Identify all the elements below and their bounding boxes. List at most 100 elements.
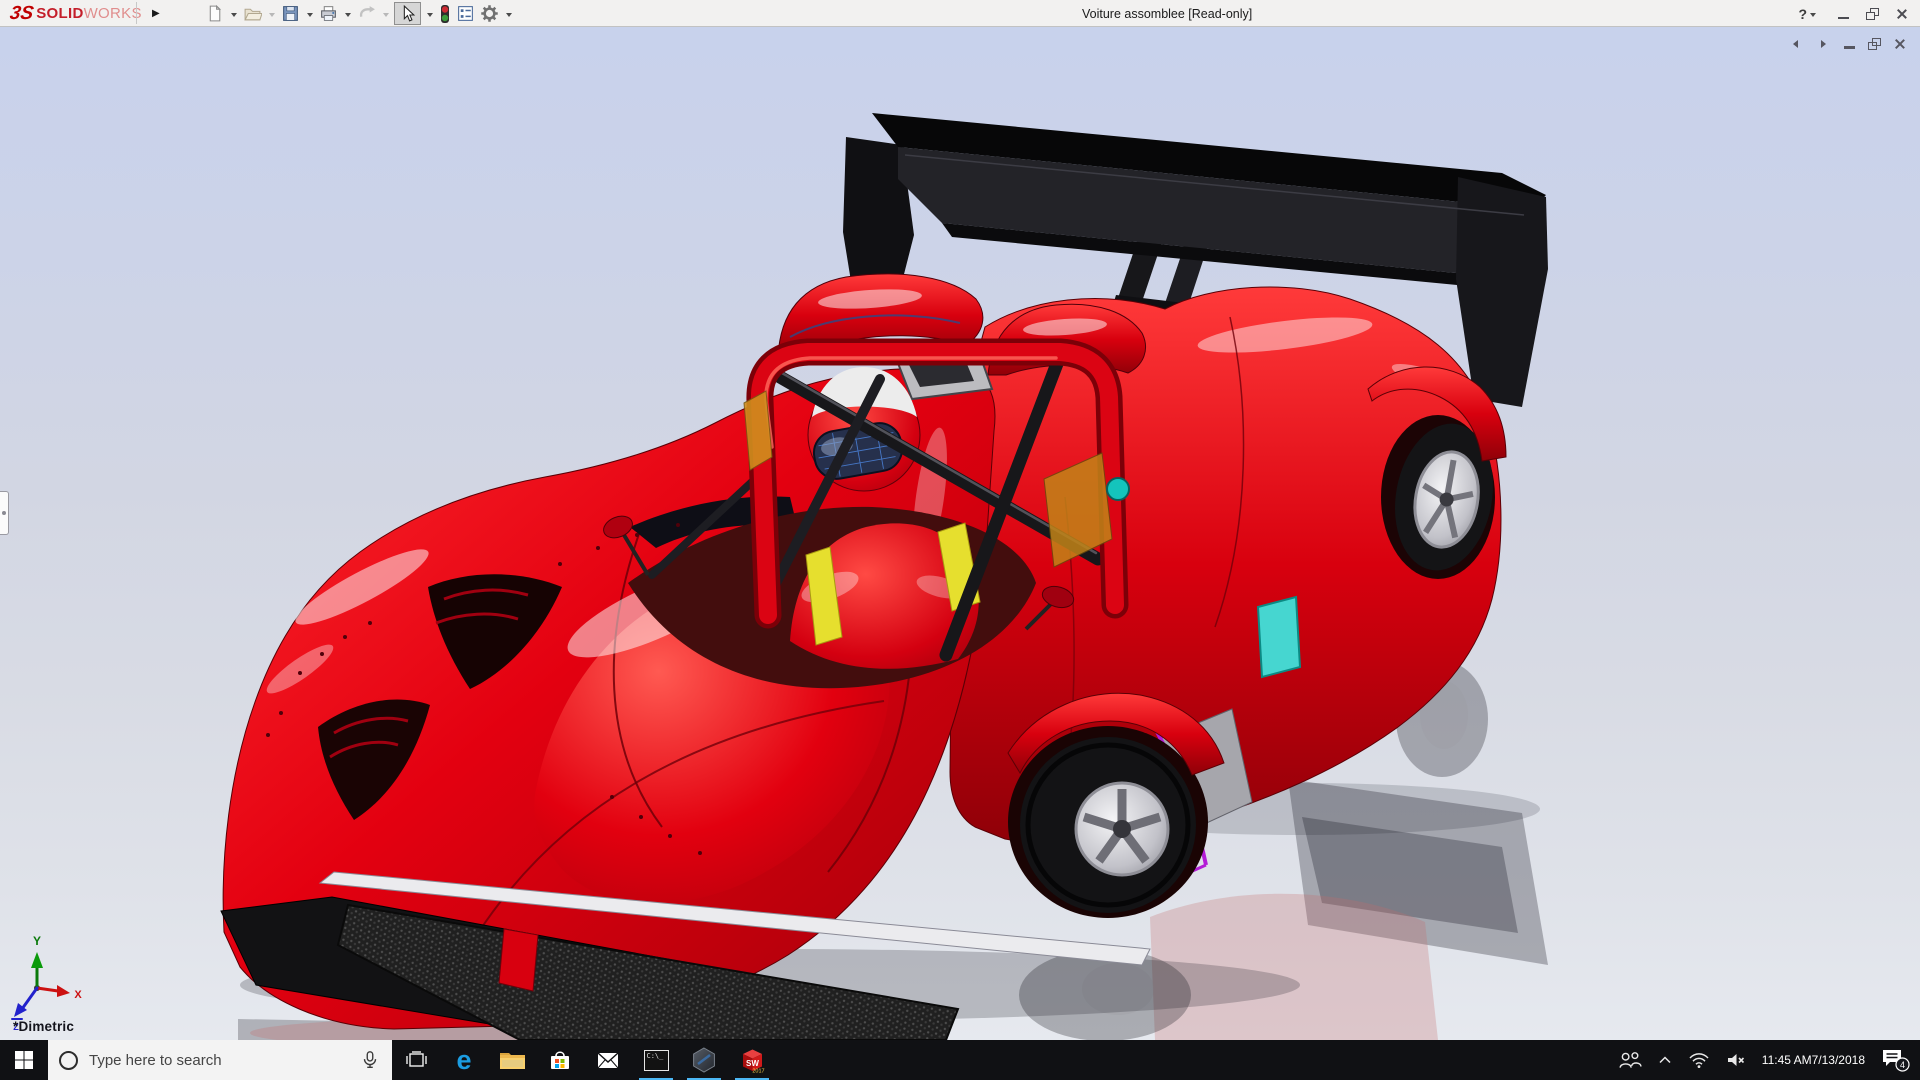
file-explorer-icon <box>499 1049 526 1071</box>
windows-taskbar: Type here to search e <box>0 1040 1920 1080</box>
mail-button[interactable] <box>584 1040 632 1080</box>
triad-x-label: X <box>74 989 82 1001</box>
graphics-area[interactable]: Y X Z *Dimetric <box>0 27 1920 1040</box>
solidworks-2017-icon: SW 2017 <box>739 1047 766 1074</box>
race-car-model: Y X Z <box>0 27 1920 1040</box>
print-button[interactable] <box>318 3 339 24</box>
minimize-button[interactable] <box>1838 8 1849 20</box>
print-icon <box>319 4 338 23</box>
open-folder-icon <box>243 4 262 23</box>
doc-minimize-button[interactable] <box>1844 38 1855 49</box>
svg-text:SW: SW <box>746 1059 759 1068</box>
quick-access-toolbar <box>204 0 517 27</box>
cortana-icon <box>59 1051 78 1070</box>
rebuild-button[interactable] <box>438 3 452 25</box>
document-window-controls <box>1788 36 1906 51</box>
close-icon <box>1896 8 1908 20</box>
pane-right-button[interactable] <box>1816 36 1831 51</box>
select-tool-button[interactable] <box>394 2 421 25</box>
restore-button[interactable] <box>1866 8 1879 20</box>
mail-icon <box>595 1049 621 1071</box>
edge-button[interactable]: e <box>440 1040 488 1080</box>
system-tray: 11:45 AM 7/13/2018 4 <box>1618 1040 1920 1080</box>
new-document-button[interactable] <box>204 3 225 24</box>
gear-icon <box>480 4 499 23</box>
menu-expand-arrow-icon[interactable]: ▶ <box>152 8 160 19</box>
save-floppy-icon <box>281 4 300 23</box>
cyan-side-window <box>1258 597 1300 677</box>
store-icon <box>547 1047 573 1073</box>
orientation-triad: Y X Z <box>12 934 82 1032</box>
undo-dropdown-caret[interactable] <box>383 13 389 17</box>
task-view-icon <box>403 1048 429 1072</box>
new-dropdown-caret[interactable] <box>231 13 237 17</box>
show-hidden-icons-button[interactable] <box>1657 1053 1673 1067</box>
brand-works-text: WORKS <box>84 5 142 22</box>
divider <box>136 2 137 24</box>
undo-icon <box>357 4 376 23</box>
start-button[interactable] <box>0 1040 48 1080</box>
search-placeholder: Type here to search <box>89 1052 348 1069</box>
solidworks-window: 3S SOLID WORKS ▶ <box>0 0 1920 1080</box>
chevron-up-icon <box>1657 1053 1673 1067</box>
action-center-button[interactable]: 4 <box>1880 1047 1910 1073</box>
open-button[interactable] <box>242 3 263 24</box>
traffic-light-icon <box>439 4 451 24</box>
people-button[interactable] <box>1618 1049 1642 1071</box>
file-explorer-button[interactable] <box>488 1040 536 1080</box>
file-properties-icon <box>456 4 475 23</box>
help-button[interactable]: ? <box>1798 6 1821 22</box>
view-orientation-label: *Dimetric <box>13 1019 74 1034</box>
clock-time: 11:45 AM <box>1762 1053 1812 1068</box>
pane-left-icon <box>1793 40 1798 48</box>
front-right-wheel <box>1008 693 1224 918</box>
search-input[interactable]: Type here to search <box>48 1040 392 1080</box>
pane-left-button[interactable] <box>1788 36 1803 51</box>
notification-badge: 4 <box>1900 1060 1905 1070</box>
task-view-button[interactable] <box>392 1040 440 1080</box>
minimize-icon <box>1844 46 1855 49</box>
select-cursor-icon <box>399 4 416 23</box>
save-button[interactable] <box>280 3 301 24</box>
clock[interactable]: 11:45 AM 7/13/2018 <box>1762 1053 1865 1068</box>
hexagon-app-icon <box>691 1047 717 1073</box>
document-title: Voiture assomblee [Read-only] <box>1082 7 1252 21</box>
action-center-icon: 4 <box>1880 1047 1910 1073</box>
feature-tree-collapse-tab[interactable] <box>0 491 9 535</box>
restore-icon <box>1868 38 1881 50</box>
options-dropdown-caret[interactable] <box>506 13 512 17</box>
help-dropdown-caret <box>1810 13 1816 17</box>
close-button[interactable] <box>1896 8 1908 20</box>
clock-date: 7/13/2018 <box>1812 1053 1865 1068</box>
microphone-icon[interactable] <box>359 1048 381 1072</box>
minimize-icon <box>1838 17 1849 20</box>
triad-y-label: Y <box>33 934 41 948</box>
save-dropdown-caret[interactable] <box>307 13 313 17</box>
solidworks-logo: 3S SOLID WORKS <box>10 0 142 27</box>
titlebar: 3S SOLID WORKS ▶ <box>0 0 1920 27</box>
speaker-muted-icon <box>1725 1051 1747 1069</box>
doc-close-button[interactable] <box>1894 38 1906 50</box>
new-document-icon <box>205 4 224 23</box>
select-dropdown-caret[interactable] <box>427 13 433 17</box>
file-properties-button[interactable] <box>455 3 476 24</box>
windows-logo-icon <box>14 1050 34 1070</box>
hexagon-app-button[interactable] <box>680 1040 728 1080</box>
restore-icon <box>1866 8 1879 20</box>
store-button[interactable] <box>536 1040 584 1080</box>
grille-support <box>499 929 538 991</box>
window-controls: ? <box>1798 0 1908 27</box>
command-prompt-button[interactable]: C:\_ <box>632 1040 680 1080</box>
teal-fuel-cap <box>1107 478 1129 500</box>
wifi-button[interactable] <box>1688 1051 1710 1069</box>
print-dropdown-caret[interactable] <box>345 13 351 17</box>
doc-restore-button[interactable] <box>1868 38 1881 50</box>
volume-button[interactable] <box>1725 1051 1747 1069</box>
command-prompt-icon: C:\_ <box>644 1050 669 1071</box>
help-question-icon: ? <box>1798 6 1807 22</box>
options-button[interactable] <box>479 3 500 24</box>
drag-handle-icon <box>2 511 6 515</box>
solidworks-2017-button[interactable]: SW 2017 <box>728 1040 776 1080</box>
open-dropdown-caret[interactable] <box>269 13 275 17</box>
undo-button[interactable] <box>356 3 377 24</box>
